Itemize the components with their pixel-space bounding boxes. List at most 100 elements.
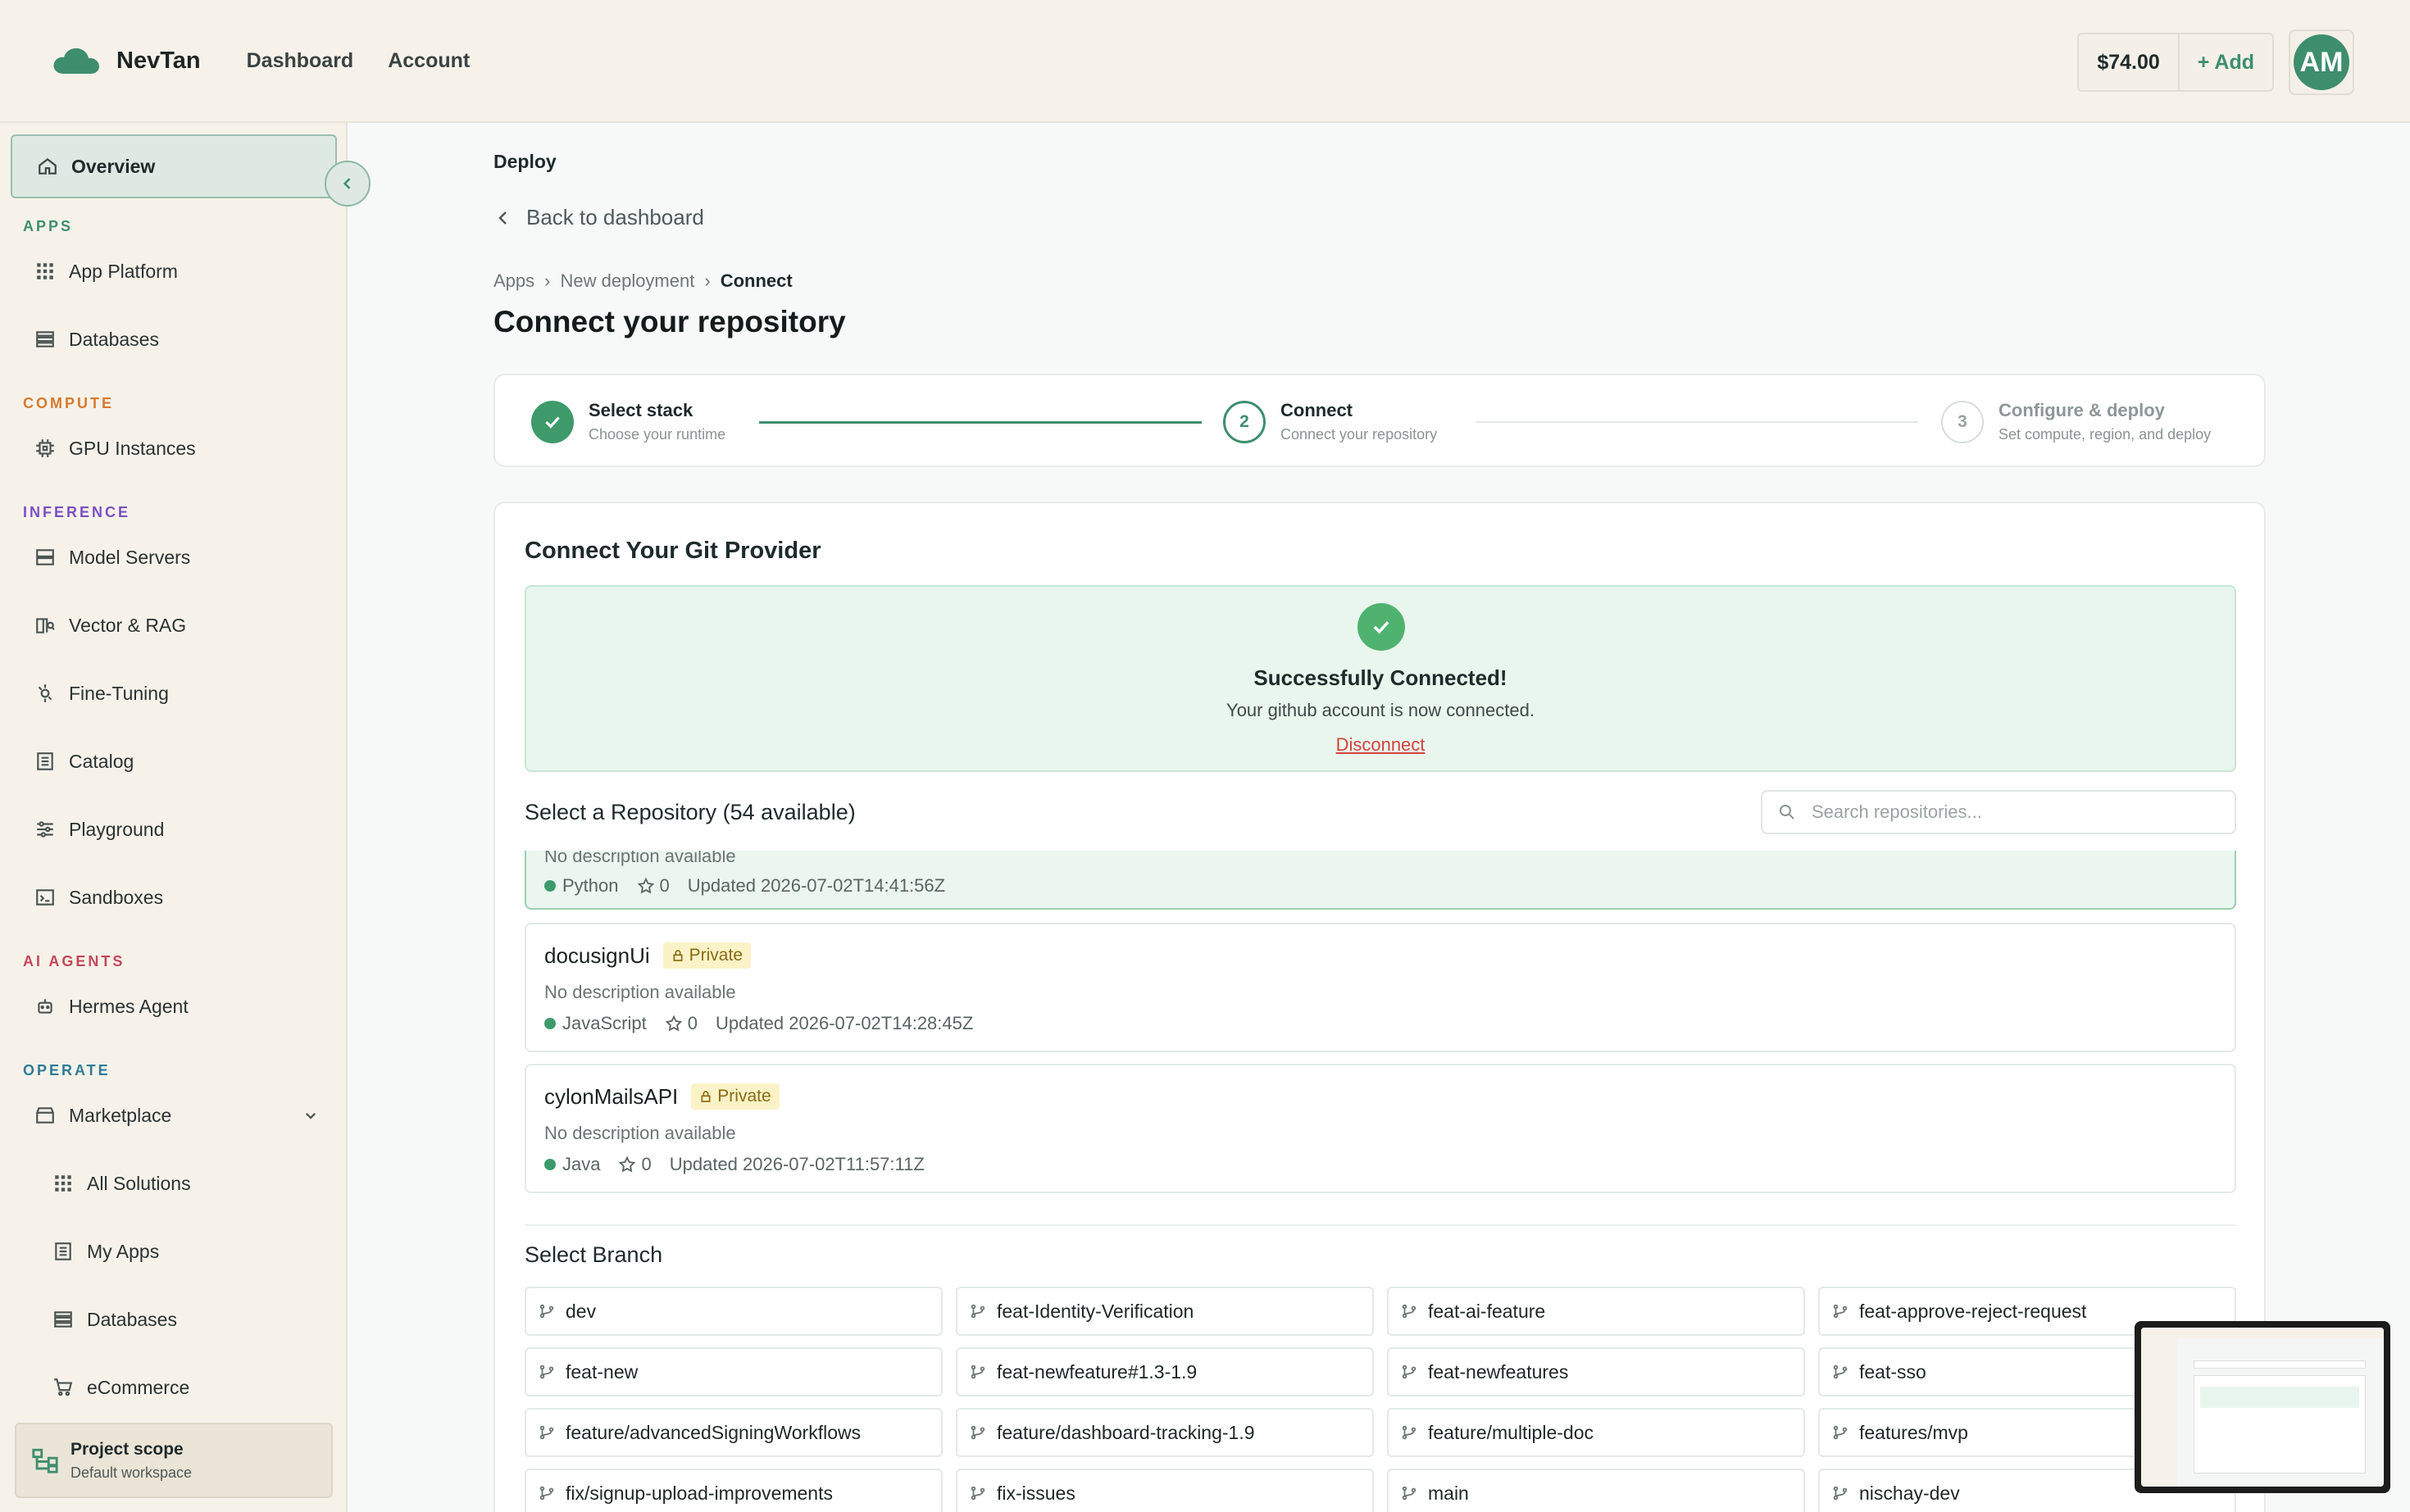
sidebar-item-playground[interactable]: Playground: [33, 817, 164, 842]
repo-updated: Updated 2026-07-02T14:28:45Z: [715, 1013, 974, 1033]
search-placeholder: Search repositories...: [1812, 801, 1982, 822]
breadcrumb: Apps › New deployment › Connect: [493, 270, 793, 292]
sidebar-item-marketplace[interactable]: Marketplace: [33, 1103, 328, 1128]
sidebar-item-label: Catalog: [69, 750, 134, 772]
branch-label: feat-sso: [1859, 1360, 1926, 1383]
sidebar-item-label: Fine-Tuning: [69, 682, 169, 704]
chevron-left-icon: [498, 211, 507, 225]
branch-option[interactable]: main: [1387, 1469, 1805, 1512]
branch-header: Select Branch: [525, 1242, 663, 1267]
chevron-left-icon: [343, 178, 351, 189]
git-branch-icon: [539, 1425, 554, 1440]
step-select-stack[interactable]: Select stack Choose your runtime: [531, 400, 725, 443]
sidebar-item-app-platform[interactable]: App Platform: [33, 259, 178, 284]
branch-label: dev: [566, 1300, 597, 1322]
sidebar-item-label: Hermes Agent: [69, 995, 189, 1017]
git-branch-icon: [1833, 1304, 1848, 1319]
sidebar-item-label: Vector & RAG: [69, 614, 187, 636]
repo-meta: Python 0 Updated 2026-07-02T14:41:56Z: [544, 875, 945, 897]
sidebar-item-my-apps[interactable]: My Apps: [51, 1239, 159, 1264]
project-scope-selector[interactable]: Project scope Default workspace: [15, 1423, 333, 1498]
private-badge: Private: [691, 1083, 780, 1110]
branch-option[interactable]: feat-newfeatures: [1387, 1347, 1805, 1396]
nav-dashboard[interactable]: Dashboard: [247, 49, 354, 73]
branch-option[interactable]: fix/signup-upload-improvements: [525, 1469, 943, 1512]
branch-label: main: [1428, 1482, 1469, 1504]
breadcrumb-current: Connect: [720, 270, 793, 291]
screen-preview-thumbnail[interactable]: [2135, 1321, 2390, 1493]
cart-icon: [51, 1375, 75, 1400]
chevron-down-icon: [305, 1112, 316, 1119]
language-dot-icon: [544, 880, 556, 892]
nav-account[interactable]: Account: [388, 49, 470, 73]
brand-name: NevTan: [116, 47, 201, 74]
breadcrumb-separator-icon: ›: [704, 270, 711, 291]
repo-list-header: Select a Repository (54 available): [525, 800, 856, 824]
robot-icon: [33, 994, 57, 1019]
sidebar-item-overview[interactable]: Overview: [11, 134, 337, 198]
branch-option[interactable]: fix-issues: [956, 1469, 1374, 1512]
branch-option[interactable]: feature/advancedSigningWorkflows: [525, 1408, 943, 1457]
branch-option[interactable]: feat-newfeature#1.3-1.9: [956, 1347, 1374, 1396]
lock-icon: [673, 950, 683, 961]
repo-item-selected[interactable]: No description available Python 0 Update…: [525, 851, 2236, 910]
home-icon: [35, 154, 60, 179]
breadcrumb-new-deployment[interactable]: New deployment: [560, 270, 694, 292]
branch-option[interactable]: feature/dashboard-tracking-1.9: [956, 1408, 1374, 1457]
step-number: 2: [1223, 400, 1266, 443]
repo-item[interactable]: cylonMailsAPI Private No description ava…: [525, 1064, 2236, 1193]
section-operate: OPERATE: [23, 1062, 111, 1078]
branch-label: feature/advancedSigningWorkflows: [566, 1421, 862, 1443]
repo-list[interactable]: No description available Python 0 Update…: [525, 851, 2238, 1211]
sidebar-item-label: Sandboxes: [69, 886, 164, 908]
brand[interactable]: NevTan: [52, 46, 201, 75]
sidebar-item-catalog[interactable]: Catalog: [33, 749, 134, 774]
repo-stars: 0: [687, 1013, 698, 1033]
branch-option[interactable]: feature/multiple-doc: [1387, 1408, 1805, 1457]
sidebar-item-databases[interactable]: Databases: [33, 327, 159, 352]
sidebar-item-gpu-instances[interactable]: GPU Instances: [33, 436, 196, 461]
sidebar-item-vector-rag[interactable]: Vector & RAG: [33, 613, 186, 638]
section-apps: APPS: [23, 218, 74, 234]
git-branch-icon: [971, 1304, 985, 1319]
back-to-dashboard-link[interactable]: Back to dashboard: [493, 205, 704, 230]
cloud-logo-icon: [53, 48, 99, 74]
hierarchy-icon: [32, 1448, 58, 1473]
top-bar: NevTan Dashboard Account $74.00 + Add AM: [0, 0, 2410, 123]
branch-option[interactable]: feat-Identity-Verification: [956, 1287, 1374, 1336]
breadcrumb-apps[interactable]: Apps: [493, 270, 534, 292]
sidebar-item-model-servers[interactable]: Model Servers: [33, 545, 190, 570]
sidebar-item-all-solutions[interactable]: All Solutions: [51, 1171, 191, 1196]
git-branch-icon: [1402, 1486, 1416, 1501]
branch-option[interactable]: dev: [525, 1287, 943, 1336]
git-branch-icon: [539, 1304, 554, 1319]
disconnect-link[interactable]: Disconnect: [526, 734, 2235, 756]
branch-option[interactable]: feat-new: [525, 1347, 943, 1396]
sidebar-item-ecommerce[interactable]: eCommerce: [51, 1375, 189, 1400]
repo-description: No description available: [544, 982, 736, 1002]
sidebar-item-label: Overview: [71, 155, 156, 177]
sidebar-item-sandboxes[interactable]: Sandboxes: [33, 885, 163, 910]
branch-label: fix/signup-upload-improvements: [566, 1482, 833, 1504]
private-label: Private: [689, 946, 743, 965]
step-connect[interactable]: 2 Connect Connect your repository: [1223, 400, 1437, 443]
sidebar-item-label: Marketplace: [69, 1104, 172, 1126]
search-input[interactable]: Search repositories...: [1761, 790, 2236, 834]
git-branch-icon: [539, 1486, 554, 1501]
git-branch-icon: [1402, 1425, 1416, 1440]
git-branch-icon: [1402, 1304, 1416, 1319]
sidebar-item-marketplace-databases[interactable]: Databases: [51, 1307, 177, 1332]
sidebar-item-fine-tuning[interactable]: Fine-Tuning: [33, 681, 169, 706]
sidebar-item-hermes-agent[interactable]: Hermes Agent: [33, 994, 189, 1019]
check-icon: [531, 400, 574, 443]
collapse-sidebar-button[interactable]: [325, 161, 371, 207]
branch-label: feat-approve-reject-request: [1859, 1300, 2087, 1322]
add-funds-button[interactable]: + Add: [2180, 34, 2272, 90]
branch-label: feat-Identity-Verification: [997, 1300, 1194, 1322]
list-icon: [33, 749, 57, 774]
repo-item[interactable]: docusignUi Private No description availa…: [525, 923, 2236, 1052]
avatar-button[interactable]: AM: [2289, 30, 2354, 95]
section-inference: INFERENCE: [23, 504, 131, 520]
branch-option[interactable]: feat-ai-feature: [1387, 1287, 1805, 1336]
book-search-icon: [33, 613, 57, 638]
